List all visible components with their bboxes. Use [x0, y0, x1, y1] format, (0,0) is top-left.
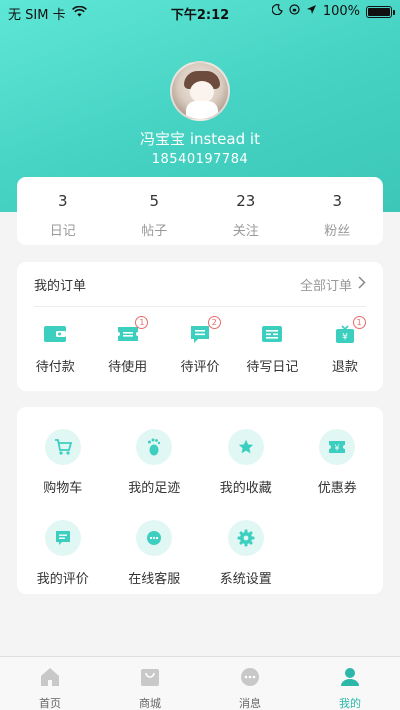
tab-messages[interactable]: 消息: [200, 657, 300, 710]
stat-label: 关注: [232, 224, 259, 239]
home-icon: [0, 667, 100, 691]
coupon-icon: ¥: [319, 429, 356, 465]
service-footprint[interactable]: 我的足迹: [109, 429, 201, 496]
profile-phone: 18540197784: [151, 152, 249, 167]
user-icon: [300, 667, 400, 691]
service-cart[interactable]: 购物车: [17, 429, 109, 496]
tab-label: 消息: [239, 697, 261, 710]
profile-name: 冯宝宝 instead it: [140, 130, 260, 148]
tab-home[interactable]: 首页: [0, 657, 100, 710]
order-pending-diary[interactable]: 待写日记: [236, 324, 308, 375]
order-label: 退款: [331, 360, 358, 375]
order-pending-use[interactable]: 1 待使用: [91, 316, 163, 375]
wallet-icon: [44, 324, 67, 344]
stat-value: 5: [149, 192, 160, 210]
tab-label: 首页: [39, 697, 61, 710]
service-label: 我的评价: [36, 572, 89, 587]
ticket-icon: [117, 324, 139, 344]
cart-icon: [44, 429, 81, 465]
svg-text:¥: ¥: [342, 333, 348, 343]
tab-label: 我的: [339, 697, 361, 710]
service-favorites[interactable]: 我的收藏: [200, 429, 292, 496]
stat-label: 日记: [49, 224, 76, 239]
review-icon: [44, 520, 81, 556]
tab-shop[interactable]: 商城: [100, 657, 200, 710]
service-my-reviews[interactable]: 我的评价: [17, 520, 109, 587]
stat-diary[interactable]: 3 日记: [17, 177, 109, 245]
tab-bar: 首页 商城 消息 我的: [0, 656, 400, 710]
order-badge: 1: [352, 316, 366, 329]
all-orders-label: 全部订单: [299, 278, 352, 294]
service-label: 在线客服: [128, 572, 181, 587]
order-label: 待付款: [35, 360, 75, 375]
chevron-right-icon: [358, 275, 366, 293]
service-label: 购物车: [43, 481, 83, 496]
chat-icon: [136, 520, 173, 556]
order-refund[interactable]: ¥ 1 退款: [309, 316, 381, 375]
service-coupon[interactable]: ¥ 优惠券: [292, 429, 384, 496]
stat-label: 帖子: [141, 224, 168, 239]
all-orders-link[interactable]: 全部订单: [300, 275, 366, 294]
service-label: 系统设置: [219, 572, 272, 587]
stat-posts[interactable]: 5 帖子: [109, 177, 201, 245]
tab-label: 商城: [139, 697, 161, 710]
stat-followers[interactable]: 3 粉丝: [292, 177, 384, 245]
status-bar: 无 SIM 卡 下午2:12 100%: [0, 0, 400, 24]
service-label: 优惠券: [317, 481, 357, 496]
order-pending-payment[interactable]: 待付款: [19, 324, 91, 375]
battery-icon: [366, 5, 395, 18]
avatar[interactable]: [170, 61, 230, 121]
location-icon: [306, 4, 317, 19]
gear-icon: [227, 520, 264, 556]
moon-icon: [271, 4, 283, 19]
orders-card: 我的订单 全部订单 待付款 1 待使用 2 待评价 待写日记 ¥ 1 退款: [17, 262, 383, 391]
service-online-support[interactable]: 在线客服: [109, 520, 201, 587]
order-badge: 2: [207, 316, 221, 329]
stat-following[interactable]: 23 关注: [200, 177, 292, 245]
service-settings[interactable]: 系统设置: [200, 520, 292, 587]
services-card: 购物车 我的足迹 我的收藏 ¥ 优惠券 我的评价 在线客服 系统设置: [17, 407, 383, 594]
lock-rotation-icon: [289, 4, 300, 19]
comment-icon: [189, 324, 211, 344]
service-label: 我的足迹: [128, 481, 181, 496]
message-icon: [200, 667, 300, 691]
stat-value: 23: [236, 192, 256, 210]
svg-text:¥: ¥: [335, 444, 340, 453]
order-label: 待评价: [180, 360, 220, 375]
service-label: 我的收藏: [219, 481, 272, 496]
star-icon: [227, 429, 264, 465]
order-badge: 1: [135, 316, 149, 329]
stat-label: 粉丝: [324, 224, 351, 239]
orders-header: 我的订单 全部订单: [34, 262, 366, 307]
order-label: 待写日记: [246, 360, 299, 375]
order-pending-review[interactable]: 2 待评价: [164, 316, 236, 375]
order-label: 待使用: [108, 360, 148, 375]
battery-percent: 100%: [322, 4, 360, 19]
tab-mine[interactable]: 我的: [300, 657, 400, 710]
shop-bag-icon: [100, 667, 200, 691]
diary-icon: [261, 324, 283, 344]
stat-value: 3: [57, 192, 68, 210]
refund-icon: ¥: [334, 324, 356, 344]
stat-value: 3: [332, 192, 343, 210]
footprint-icon: [136, 429, 173, 465]
orders-title: 我的订单: [34, 278, 87, 294]
stats-card: 3 日记 5 帖子 23 关注 3 粉丝: [17, 177, 383, 245]
